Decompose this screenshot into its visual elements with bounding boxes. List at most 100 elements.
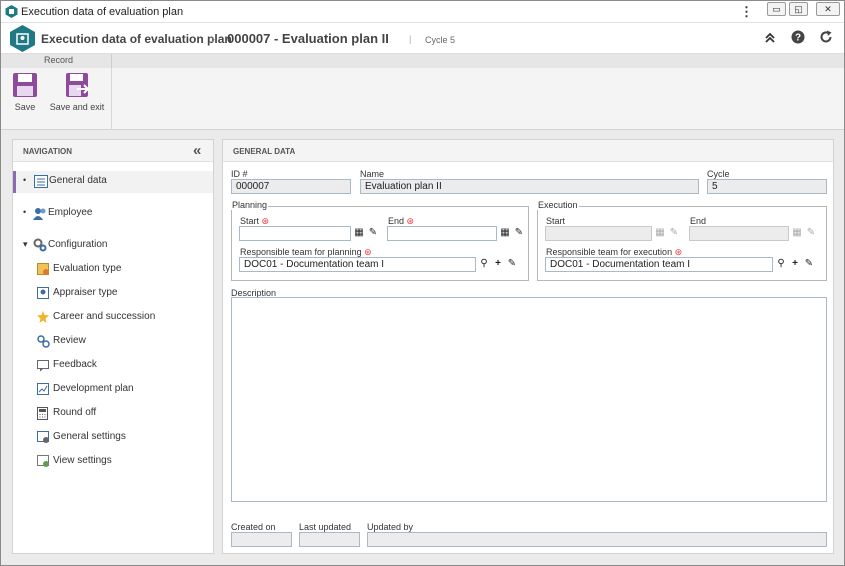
nav-subitem-development-plan[interactable]: Development plan — [13, 379, 213, 401]
save-and-exit-button[interactable]: Save and exit — [48, 72, 106, 112]
planning-title: Planning — [231, 200, 269, 210]
nav-item-configuration[interactable]: ▾ Configuration — [13, 235, 213, 257]
menu-dots-icon[interactable]: ⋮ — [740, 4, 753, 20]
nav-subitem-general-settings[interactable]: General settings — [13, 427, 213, 449]
required-icon: ⊛ — [364, 247, 372, 257]
nav-subitem-career-and-succession[interactable]: Career and succession — [13, 307, 213, 329]
nav-bullet: • — [23, 175, 27, 185]
floppy-icon — [13, 73, 37, 97]
last-updated-label: Last updated — [299, 522, 352, 532]
nav-bullet: • — [23, 207, 27, 217]
add-icon[interactable]: + — [788, 257, 802, 271]
cycle-field[interactable]: 5 — [707, 179, 827, 194]
header-divider: | — [409, 34, 412, 44]
calendar-icon: ▦ — [655, 227, 665, 238]
close-button[interactable]: ✕ — [816, 2, 840, 16]
execution-start-label: Start — [546, 216, 566, 226]
maximize-button[interactable]: ◱ — [789, 2, 808, 16]
nav-item-label: Employee — [48, 207, 93, 218]
toolbar-divider — [111, 68, 112, 130]
feedback-icon — [37, 360, 49, 372]
navigation-title: NAVIGATION — [23, 147, 73, 156]
help-icon[interactable]: ? — [791, 30, 805, 44]
calendar-icon[interactable]: ▦ — [498, 226, 512, 240]
navigation-panel: NAVIGATION « • General data • Employee ▾ — [12, 139, 214, 554]
minimize-button[interactable]: ▭ — [767, 2, 786, 16]
nav-item-employee[interactable]: • Employee — [13, 203, 213, 225]
toolbar-divider — [111, 54, 112, 68]
id-label: ID # — [231, 169, 248, 179]
clear-field-icon[interactable]: ✎ — [512, 226, 526, 240]
created-on-label: Created on — [231, 522, 276, 532]
list-icon — [34, 175, 48, 188]
nav-subitem-label: View settings — [53, 455, 112, 466]
name-field[interactable]: Evaluation plan II — [360, 179, 699, 194]
general-data-panel: GENERAL DATA ID # 000007 Name Evaluation… — [222, 139, 834, 554]
expand-caret-icon[interactable]: ▾ — [23, 239, 28, 250]
nav-subitem-feedback[interactable]: Feedback — [13, 355, 213, 377]
toolbar-group-label: Record — [44, 55, 74, 65]
updated-by-label: Updated by — [367, 522, 414, 532]
updated-by-field — [367, 532, 827, 547]
page-header: Execution data of evaluation plan › 0000… — [1, 23, 844, 54]
nav-subitem-appraiser-type[interactable]: Appraiser type — [13, 283, 213, 305]
clear-field-icon[interactable]: ✎ — [366, 226, 380, 240]
calculator-icon — [37, 407, 48, 420]
view-settings-icon — [37, 455, 49, 467]
clear-field-icon: ✎ — [669, 227, 679, 238]
calendar-icon: ▦ — [792, 227, 802, 238]
name-label: Name — [360, 169, 385, 179]
settings-window-icon — [37, 431, 49, 443]
execution-team-input[interactable]: DOC01 - Documentation team I — [545, 257, 773, 272]
review-icon — [37, 335, 50, 348]
save-and-exit-label: Save and exit — [49, 102, 105, 112]
description-textarea[interactable] — [231, 297, 827, 502]
planning-start-input[interactable] — [239, 226, 351, 241]
evaluation-type-icon — [37, 263, 49, 275]
nav-subitem-label: Career and succession — [53, 311, 156, 322]
add-icon[interactable]: + — [491, 257, 505, 271]
execution-start-input — [545, 226, 652, 241]
app-logo-icon — [5, 5, 18, 18]
nav-subitem-view-settings[interactable]: View settings — [13, 451, 213, 473]
refresh-icon[interactable] — [819, 30, 833, 44]
nav-subitem-review[interactable]: Review — [13, 331, 213, 353]
planning-end-input[interactable] — [387, 226, 497, 241]
breadcrumb-module[interactable]: Execution data of evaluation plan — [41, 32, 232, 46]
toolbar-group-header: Record — [1, 54, 844, 68]
nav-subitem-label: Round off — [53, 407, 97, 418]
required-icon: ⊛ — [261, 216, 270, 226]
clear-field-icon[interactable]: ✎ — [505, 257, 519, 271]
nav-subitem-label: Review — [53, 335, 86, 346]
execution-title: Execution — [537, 200, 579, 210]
id-field[interactable]: 000007 — [231, 179, 351, 194]
module-icon — [10, 25, 35, 52]
nav-item-label: Configuration — [48, 239, 108, 250]
window-title: Execution data of evaluation plan — [21, 6, 184, 18]
planning-team-input[interactable]: DOC01 - Documentation team I — [239, 257, 476, 272]
general-data-title: GENERAL DATA — [233, 147, 296, 156]
collapse-up-icon[interactable] — [764, 32, 776, 44]
collapse-navigation-icon[interactable]: « — [193, 142, 201, 159]
nav-subitem-label: Evaluation type — [53, 263, 122, 274]
users-icon — [33, 208, 46, 220]
nav-item-label: General data — [49, 175, 107, 186]
search-icon[interactable]: ⚲ — [477, 257, 491, 271]
nav-subitem-label: General settings — [53, 431, 126, 442]
nav-subitem-evaluation-type[interactable]: Evaluation type — [13, 259, 213, 281]
save-button[interactable]: Save — [9, 72, 41, 112]
navigation-header: NAVIGATION « — [13, 140, 213, 162]
nav-item-general-data[interactable]: • General data — [13, 171, 213, 193]
save-button-label: Save — [14, 102, 36, 112]
cycle-badge: Cycle 5 — [425, 35, 456, 45]
last-updated-field — [299, 532, 360, 547]
execution-end-label: End — [690, 216, 707, 226]
calendar-icon[interactable]: ▦ — [352, 226, 366, 240]
nav-subitem-round-off[interactable]: Round off — [13, 403, 213, 425]
toolbar: Save Save and exit — [1, 68, 844, 130]
clear-field-icon[interactable]: ✎ — [802, 257, 816, 271]
nav-subitem-label: Development plan — [53, 383, 134, 394]
search-icon[interactable]: ⚲ — [774, 257, 788, 271]
nav-subitem-label: Feedback — [53, 359, 97, 370]
svg-text:?: ? — [795, 33, 801, 44]
